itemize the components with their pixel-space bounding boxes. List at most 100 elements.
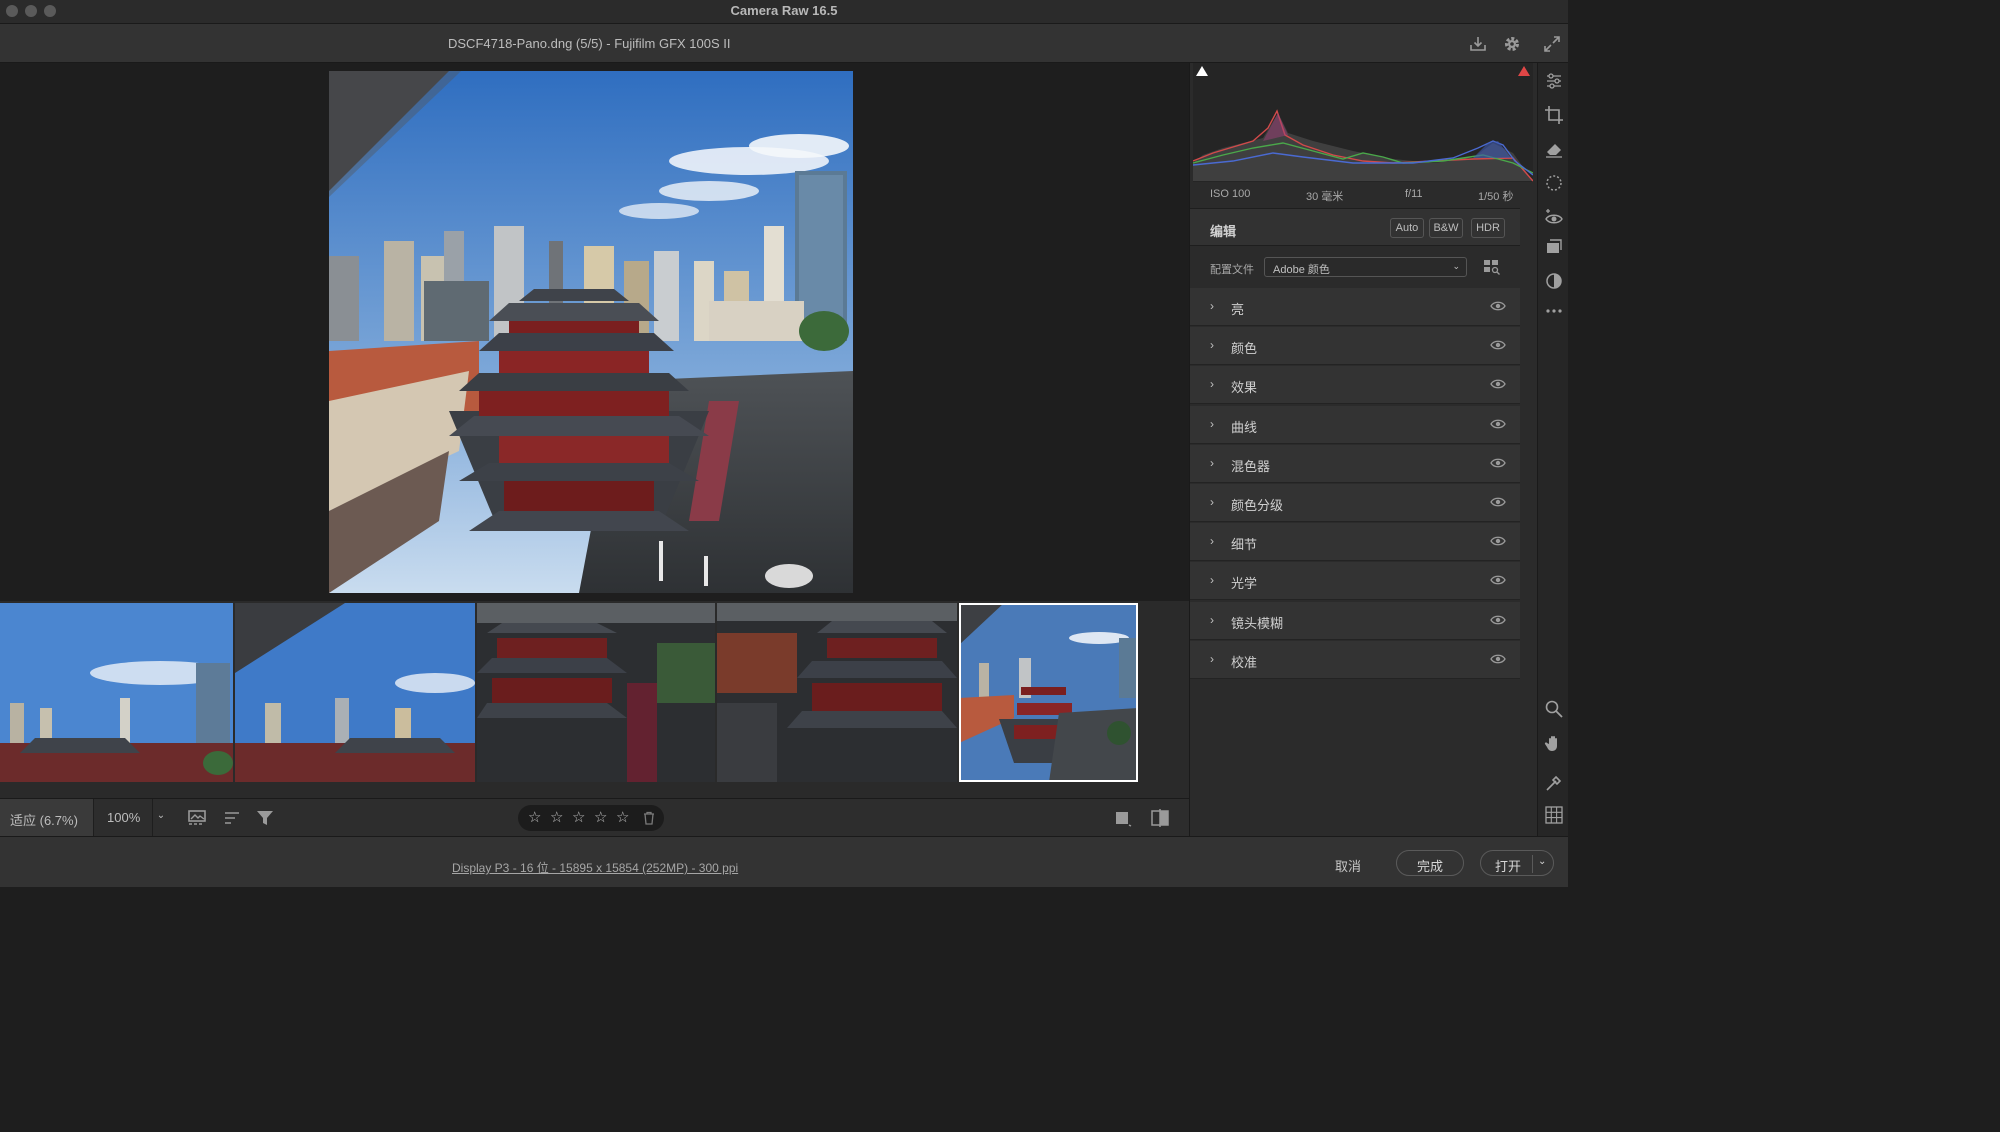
panel-section[interactable]: › 镜头模糊	[1190, 601, 1520, 640]
app-title: Camera Raw 16.5	[730, 3, 838, 18]
image-canvas[interactable]	[0, 63, 1189, 601]
exif-iso: ISO 100	[1210, 188, 1251, 200]
cancel-button[interactable]: 取消	[1320, 850, 1376, 876]
zoom-dropdown-chevron-icon[interactable]: ⌄	[153, 799, 169, 837]
star-1-icon[interactable]: ☆	[528, 808, 541, 826]
chevron-right-icon[interactable]: ›	[1210, 417, 1214, 431]
save-icon[interactable]	[1468, 34, 1488, 54]
chevron-right-icon[interactable]: ›	[1210, 534, 1214, 548]
view-toolbar: 适应 (6.7%) 100% ⌄ ☆ ☆ ☆ ☆ ☆	[0, 798, 1189, 837]
chevron-right-icon[interactable]: ›	[1210, 652, 1214, 666]
panel-section[interactable]: › 亮	[1190, 288, 1520, 326]
panel-section[interactable]: › 校准	[1190, 640, 1520, 679]
document-header: DSCF4718-Pano.dng (5/5) - Fujifilm GFX 1…	[0, 24, 1568, 63]
star-4-icon[interactable]: ☆	[594, 808, 607, 826]
zoom-100-button[interactable]: 100%	[95, 799, 153, 837]
filmstrip-view-icon[interactable]	[187, 809, 209, 827]
profile-select[interactable]: Adobe 颜色 ⌄	[1264, 257, 1467, 277]
panel-section[interactable]: › 效果	[1190, 366, 1520, 405]
visibility-eye-icon[interactable]	[1490, 378, 1506, 390]
chevron-right-icon[interactable]: ›	[1210, 573, 1214, 587]
color-sampler-icon[interactable]	[1544, 773, 1564, 793]
panel-section-label: 亮	[1231, 302, 1245, 317]
panel-section-label: 混色器	[1231, 458, 1271, 474]
redeye-icon[interactable]	[1544, 207, 1564, 227]
before-after-icon[interactable]	[1149, 808, 1171, 828]
chevron-right-icon[interactable]: ›	[1210, 613, 1214, 627]
panel-section[interactable]: › 颜色分级	[1190, 484, 1520, 522]
visibility-eye-icon[interactable]	[1490, 535, 1506, 547]
star-2-icon[interactable]: ☆	[550, 808, 563, 826]
right-toolbar	[1537, 63, 1568, 836]
panel-section[interactable]: › 颜色	[1190, 327, 1520, 366]
filmstrip-thumbnail[interactable]	[717, 603, 957, 782]
panel-section[interactable]: › 混色器	[1190, 444, 1520, 483]
hdr-button[interactable]: HDR	[1471, 218, 1505, 238]
panel-section[interactable]: › 细节	[1190, 523, 1520, 562]
panel-section-label: 光学	[1231, 576, 1258, 592]
chevron-down-icon: ⌄	[1452, 261, 1460, 271]
chevron-right-icon[interactable]: ›	[1210, 299, 1214, 313]
chevron-right-icon[interactable]: ›	[1210, 338, 1214, 352]
panel-section[interactable]: › 光学	[1190, 562, 1520, 601]
crop-icon[interactable]	[1544, 105, 1564, 125]
eraser-icon[interactable]	[1544, 139, 1564, 159]
filmstrip-thumbnail[interactable]	[477, 603, 715, 782]
open-button-label: 打开	[1495, 859, 1522, 874]
workflow-options-link[interactable]: Display P3 - 16 位 - 15895 x 15854 (252MP…	[452, 859, 738, 876]
edit-panel: ISO 100 30 毫米 f/11 1/50 秒 编辑 Auto B&W HD…	[1189, 63, 1537, 836]
visibility-eye-icon[interactable]	[1490, 339, 1506, 351]
visibility-eye-icon[interactable]	[1490, 574, 1506, 586]
profile-browser-icon[interactable]	[1483, 259, 1501, 275]
exif-aperture: f/11	[1405, 188, 1423, 200]
visibility-eye-icon[interactable]	[1490, 300, 1506, 312]
star-5-icon[interactable]: ☆	[616, 808, 629, 826]
auto-button[interactable]: Auto	[1390, 218, 1424, 238]
zoom-icon[interactable]	[1544, 699, 1564, 719]
panel-section-label: 颜色分级	[1231, 498, 1284, 513]
visibility-eye-icon[interactable]	[1490, 496, 1506, 508]
filmstrip-thumbnail-selected[interactable]	[959, 603, 1138, 782]
shadow-clipping-icon[interactable]	[1195, 65, 1209, 77]
edit-sliders-icon[interactable]	[1544, 71, 1564, 91]
filmstrip-thumbnail[interactable]	[0, 603, 233, 782]
main-photo	[329, 71, 853, 593]
fullscreen-icon[interactable]	[1542, 34, 1562, 54]
chevron-down-icon[interactable]: ⌄	[1538, 856, 1546, 867]
panel-section[interactable]: › 曲线	[1190, 405, 1520, 444]
hand-icon[interactable]	[1544, 733, 1564, 753]
panel-section-label: 镜头模糊	[1231, 615, 1284, 631]
star-3-icon[interactable]: ☆	[572, 808, 585, 826]
presets-icon[interactable]	[1544, 271, 1564, 291]
chevron-right-icon[interactable]: ›	[1210, 495, 1214, 509]
mask-icon[interactable]	[1544, 173, 1564, 193]
visibility-eye-icon[interactable]	[1490, 418, 1506, 430]
panel-section-label: 校准	[1231, 654, 1258, 670]
profile-row: 配置文件 Adobe 颜色 ⌄	[1190, 249, 1520, 287]
grid-overlay-icon[interactable]	[1544, 805, 1564, 825]
more-icon[interactable]	[1544, 301, 1564, 321]
bw-button[interactable]: B&W	[1429, 218, 1463, 238]
snapshots-icon[interactable]	[1544, 237, 1564, 257]
open-button[interactable]: 打开 ⌄	[1480, 850, 1554, 876]
zoom-fit-button[interactable]: 适应 (6.7%)	[0, 799, 94, 837]
trash-icon[interactable]	[642, 811, 656, 825]
chevron-right-icon[interactable]: ›	[1210, 377, 1214, 391]
sort-icon[interactable]	[222, 809, 244, 827]
panel-section-label: 颜色	[1231, 341, 1258, 357]
chevron-right-icon[interactable]: ›	[1210, 456, 1214, 470]
visibility-eye-icon[interactable]	[1490, 614, 1506, 626]
filter-icon[interactable]	[255, 809, 277, 827]
panel-section-label: 曲线	[1231, 419, 1258, 435]
panel-section-label: 效果	[1231, 380, 1258, 396]
visibility-eye-icon[interactable]	[1490, 457, 1506, 469]
settings-gear-icon[interactable]	[1502, 34, 1522, 54]
filmstrip-thumbnail[interactable]	[235, 603, 475, 782]
exif-focal-length: 30 毫米	[1306, 191, 1344, 203]
single-view-icon[interactable]	[1113, 809, 1133, 827]
panel-section-label: 细节	[1231, 537, 1258, 553]
profile-value: Adobe 颜色	[1273, 264, 1330, 276]
done-button[interactable]: 完成	[1396, 850, 1464, 876]
highlight-clipping-icon[interactable]	[1517, 65, 1531, 77]
visibility-eye-icon[interactable]	[1490, 653, 1506, 665]
